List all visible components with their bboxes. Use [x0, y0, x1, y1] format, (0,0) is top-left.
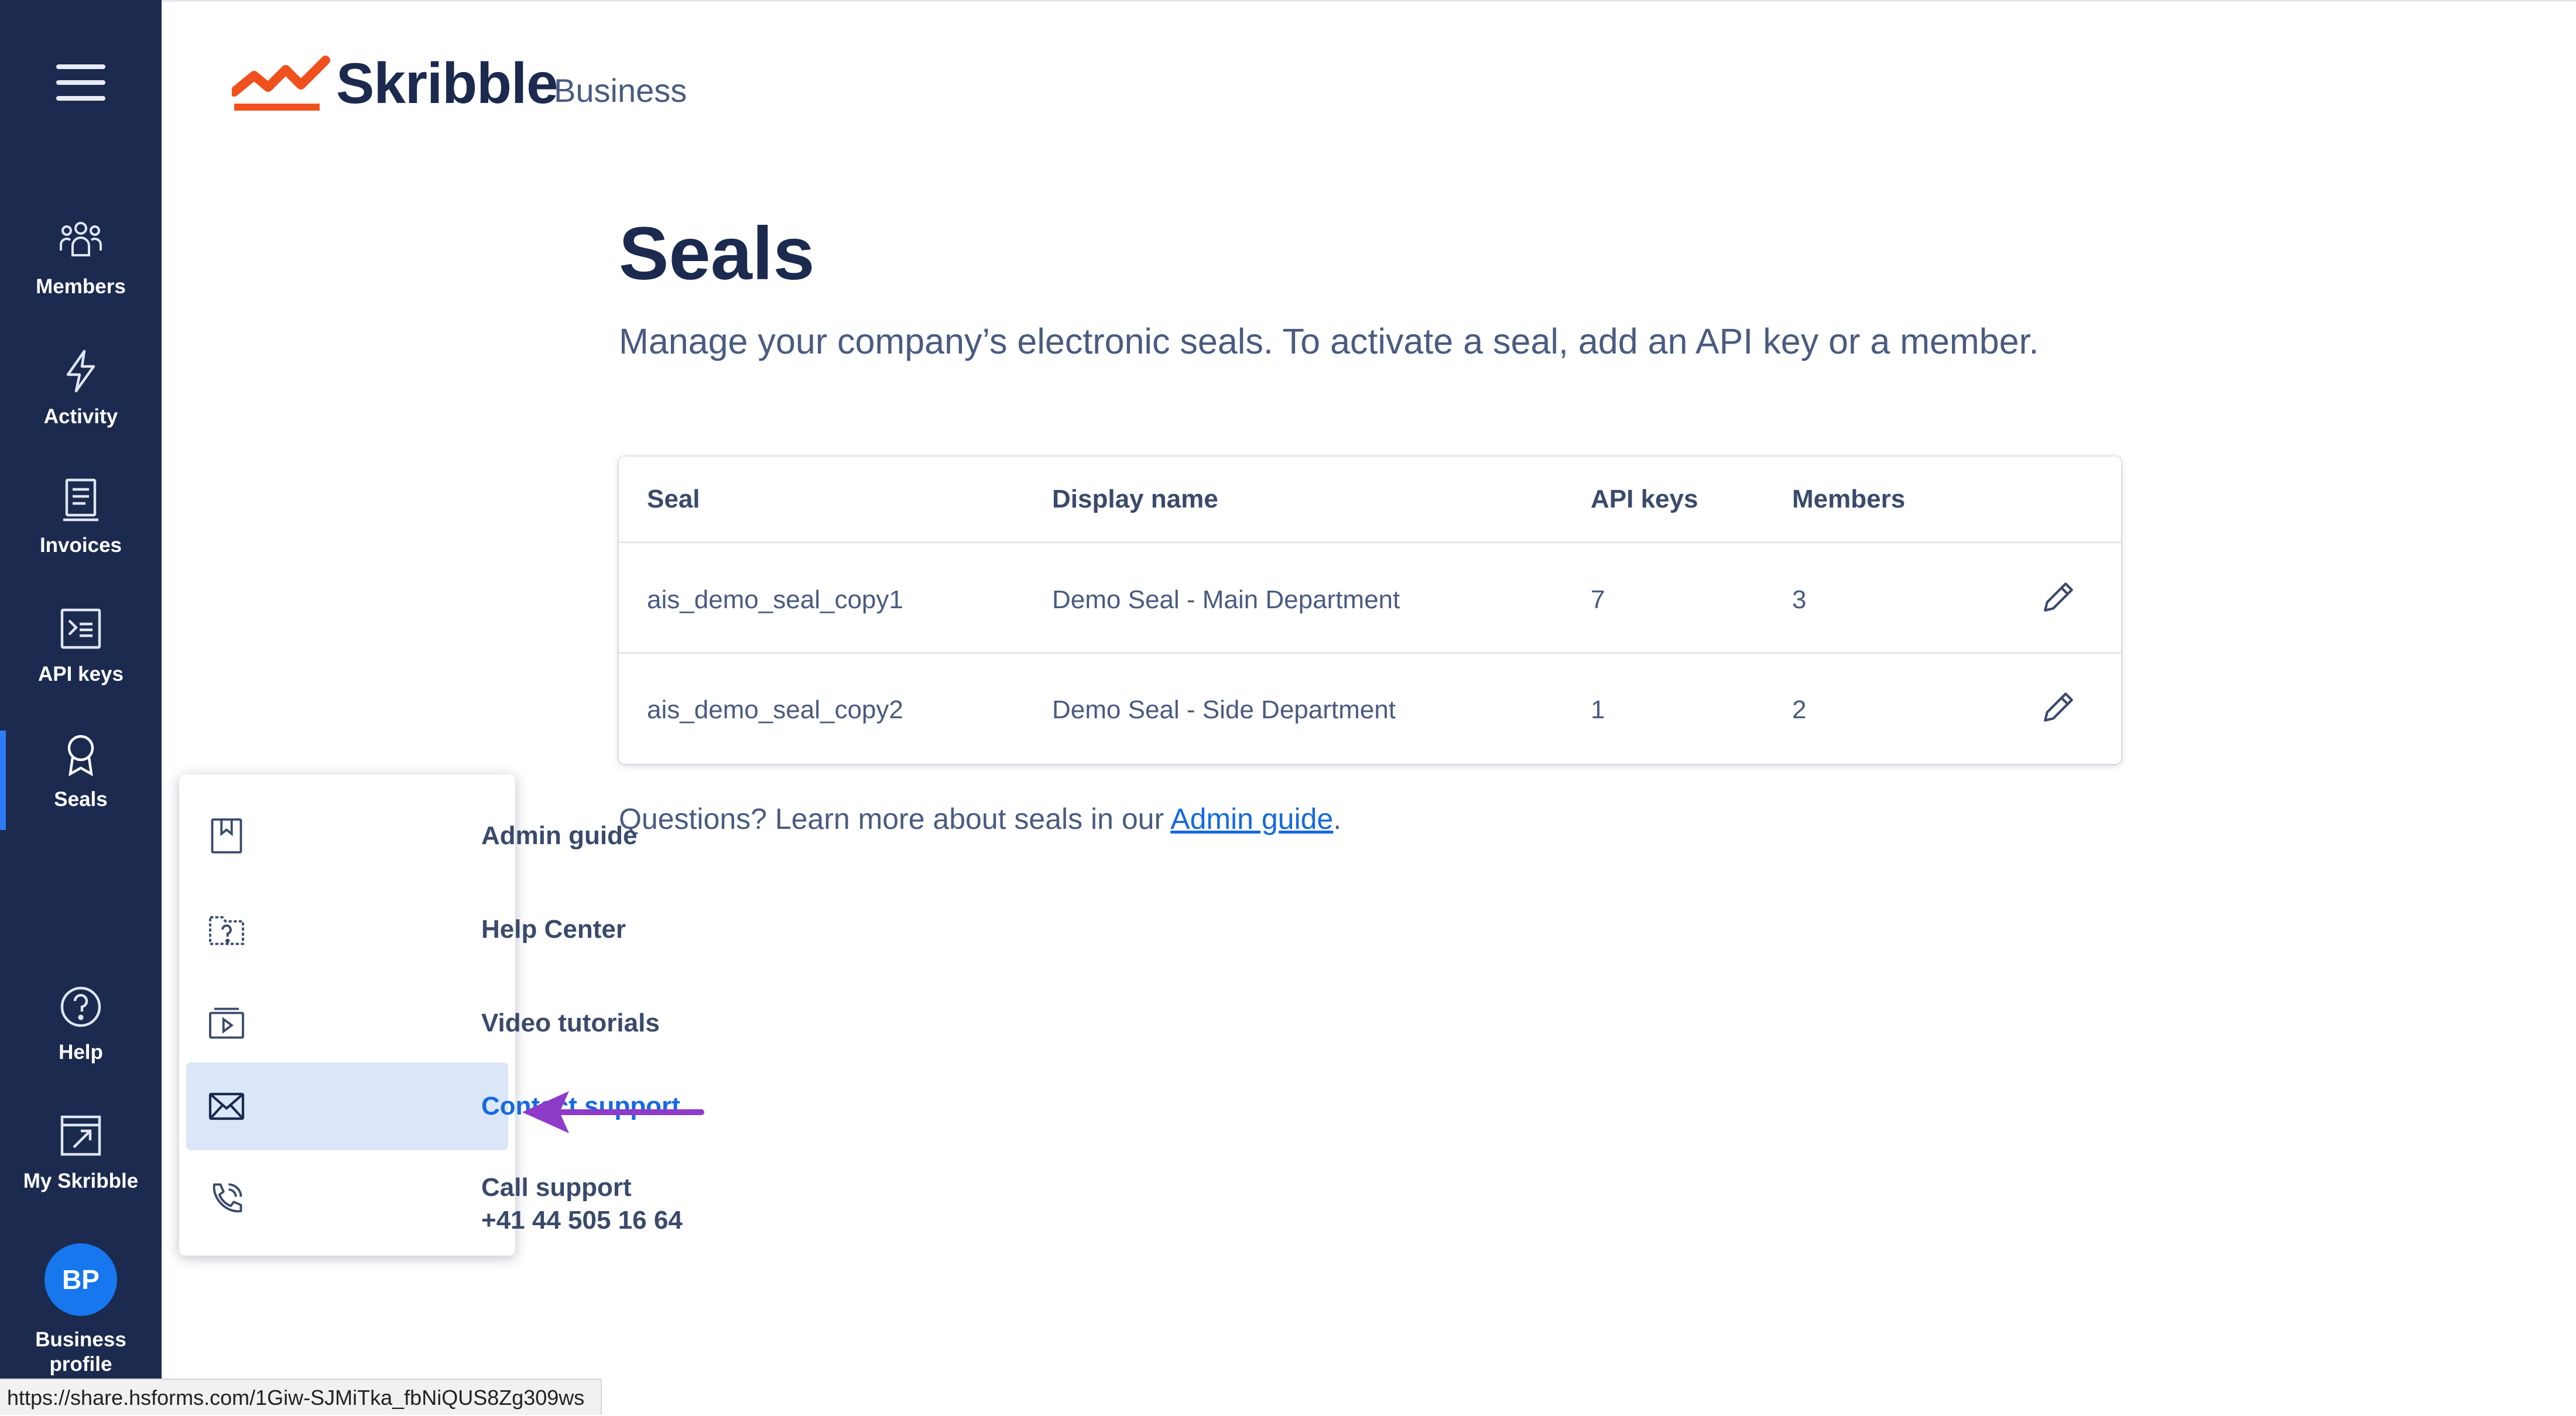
help-menu-item-video-tutorials[interactable]: Video tutorials — [186, 979, 660, 1067]
sidebar-item-label: Activity — [43, 405, 118, 428]
seal-icon — [67, 735, 94, 777]
sidebar-item-seals[interactable]: Seals — [0, 731, 162, 848]
column-header-seal: Seal — [647, 485, 700, 513]
seals-table: Seal Display name API keys Members ais_d… — [619, 457, 2121, 764]
sidebar-item-my-skribble[interactable]: My Skribble — [0, 1112, 162, 1229]
members-icon — [60, 222, 102, 256]
cell-members: 3 — [1792, 585, 1807, 614]
sidebar-item-label: Business profile — [35, 1328, 126, 1376]
hamburger-icon[interactable] — [56, 64, 105, 101]
phone-icon — [213, 1183, 242, 1213]
column-header-members: Members — [1792, 485, 1906, 513]
cell-seal: ais_demo_seal_copy1 — [647, 585, 903, 614]
page-subtitle: Manage your company’s electronic seals. … — [619, 321, 2039, 361]
brand-name: Skribble — [336, 51, 559, 115]
help-folder-icon — [209, 916, 244, 945]
row-divider — [619, 652, 2121, 654]
help-menu-item-admin-guide[interactable]: Admin guide — [186, 792, 637, 880]
sidebar-item-label: API keys — [38, 663, 124, 685]
annotation-arrow-icon — [522, 1091, 704, 1133]
lightning-icon — [66, 349, 95, 393]
questions-suffix: . — [1333, 803, 1342, 835]
bookmark-book-icon — [211, 818, 242, 853]
external-link-icon — [60, 1115, 101, 1156]
sidebar-item-invoices[interactable]: Invoices — [0, 476, 162, 594]
sidebar: Members Activity Invoices API keys Seals… — [0, 0, 162, 1415]
sidebar-item-help[interactable]: Help — [0, 983, 162, 1100]
sidebar-item-label: Members — [36, 275, 126, 298]
admin-guide-link[interactable]: Admin guide — [1170, 803, 1333, 835]
questions-text: Questions? Learn more about seals in our… — [619, 802, 1341, 836]
help-menu-item-help-center[interactable]: Help Center — [186, 886, 626, 973]
sidebar-item-label: Help — [59, 1041, 103, 1064]
sidebar-item-label: Seals — [54, 788, 108, 811]
sidebar-item-label: Invoices — [39, 534, 122, 557]
sidebar-item-label: My Skribble — [23, 1170, 139, 1192]
cell-seal: ais_demo_seal_copy2 — [647, 695, 903, 724]
brand-subtitle: Business — [554, 72, 687, 109]
help-menu-label: Video tutorials — [481, 1009, 660, 1037]
sidebar-item-api-keys[interactable]: API keys — [0, 605, 162, 722]
help-menu-item-call-support[interactable]: Call support +41 44 505 16 64 — [186, 1155, 683, 1243]
top-border — [0, 0, 2576, 2]
sidebar-item-activity[interactable]: Activity — [0, 348, 162, 465]
avatar: BP — [44, 1243, 117, 1316]
row-divider — [619, 541, 2121, 543]
help-menu-label: Admin guide — [481, 821, 638, 850]
sidebar-item-business-profile[interactable]: BP Business profile — [0, 1243, 162, 1376]
cell-display-name: Demo Seal - Side Department — [1052, 695, 1396, 724]
skribble-logo-icon — [232, 56, 330, 111]
cell-members: 2 — [1792, 695, 1807, 724]
column-header-api-keys: API keys — [1591, 485, 1698, 513]
help-menu-label: Help Center — [481, 915, 626, 944]
help-icon — [60, 986, 101, 1027]
terminal-icon — [60, 608, 101, 649]
column-header-display-name: Display name — [1052, 485, 1218, 513]
help-menu-phone-number: +41 44 505 16 64 — [481, 1206, 683, 1235]
video-icon — [209, 1007, 244, 1039]
edit-pencil-icon[interactable] — [2038, 687, 2079, 728]
help-menu-item-contact-support[interactable]: Contact support — [186, 1062, 680, 1150]
questions-prefix: Questions? Learn more about seals in our — [619, 803, 1171, 835]
status-bar-url: https://share.hsforms.com/1Giw-SJMiTka_f… — [0, 1379, 602, 1415]
invoice-icon — [63, 478, 98, 522]
help-menu: Admin guide Help Center Video tutorials … — [179, 774, 683, 1256]
cell-display-name: Demo Seal - Main Department — [1052, 585, 1400, 614]
mail-icon — [208, 1092, 245, 1120]
page-title: Seals — [619, 212, 815, 296]
sidebar-item-members[interactable]: Members — [0, 218, 162, 335]
edit-pencil-icon[interactable] — [2038, 577, 2079, 618]
cell-api-keys: 1 — [1591, 695, 1605, 724]
help-menu-label: Call support — [481, 1173, 632, 1202]
cell-api-keys: 7 — [1591, 585, 1605, 614]
